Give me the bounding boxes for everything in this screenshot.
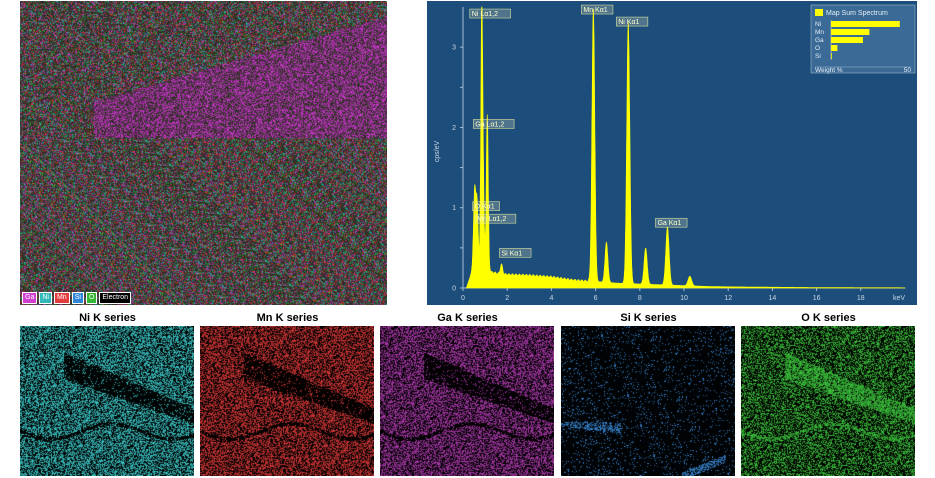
peak-label: Ga Lα1,2 [475,121,504,128]
inset-title: Map Sum Spectrum [826,10,888,17]
legend-chip-si: Si [71,292,84,304]
element-map-image [741,326,915,476]
y-tick-label: 1 [452,205,456,212]
peak-label: Ni Kα1 [618,19,639,26]
peak-label: O Kα1 [475,204,495,211]
element-map-image [20,326,194,476]
legend-chip-ni: Ni [39,292,52,304]
legend-chip-o: O [85,292,98,304]
element-map-si [561,326,735,476]
x-tick-label: 2 [505,295,509,302]
inset-bar [831,45,838,51]
inset-x-label: Weight % [815,67,843,74]
element-map-image [561,326,735,476]
spectrum-chart: 0 2 4 6 8 10 12 14 16 18 keV 0 1 2 3 cps/eV Ni Lα1,2 Mn K… [427,1,917,305]
inset-bar [831,53,832,59]
map-title-ga: Ga K series [437,312,498,324]
y-axis-label: cps/eV [434,140,441,162]
inset-bar-label: Ga [815,37,824,44]
element-map-mn [200,326,374,476]
inset-x-max: 50 [904,67,912,74]
x-axis-label: keV [893,295,905,302]
x-tick-label: 12 [724,295,732,302]
x-tick-label: 10 [680,295,688,302]
peak-label: Mn Kα1 [583,7,607,14]
x-tick-label: 4 [549,295,553,302]
y-tick-label: 3 [452,45,456,52]
x-tick-label: 14 [769,295,777,302]
map-title-ni: Ni K series [79,312,136,324]
legend-chip-electron: Electron [99,292,132,304]
peak-label: Ga Kα1 [657,220,681,227]
y-tick-label: 0 [452,286,456,293]
inset-bar-label: Mn [815,29,824,36]
element-map-image [380,326,554,476]
inset-bar-label: Si [815,53,821,60]
element-map-image [200,326,374,476]
spectrum-svg: 0 2 4 6 8 10 12 14 16 18 keV0123cps/eVNi Lα1,2Mn K… [434,4,916,302]
inset-title-swatch [815,9,823,16]
x-tick-label: 16 [813,295,821,302]
peak-label: Si Kα1 [501,250,522,257]
map-title-mn: Mn K series [256,312,319,324]
inset-bar [831,29,870,35]
peak-label: Ni Lα1,2 [472,11,498,18]
y-tick-label: 2 [452,125,456,132]
x-tick-label: 0 [461,295,465,302]
map-title-si: Si K series [620,312,677,324]
inset-bar-label: Ni [815,21,821,28]
legend-chip-ga: Ga [22,292,38,304]
inset-bar [831,37,863,43]
composite-map-image [20,1,387,305]
inset-bar [831,21,900,27]
peak-label: Mn Lα1,2 [477,216,506,223]
inset-bar-label: O [815,45,820,52]
element-map-ga [380,326,554,476]
legend-chip-mn: Mn [53,292,70,304]
x-tick-label: 6 [594,295,598,302]
composite-map-legend: Ga Ni Mn Si O Electron [22,292,132,304]
x-tick-label: 18 [857,295,865,302]
element-map-o [741,326,915,476]
composite-eds-map [20,1,387,305]
x-tick-label: 8 [638,295,642,302]
element-map-ni [20,326,194,476]
map-title-o: O K series [801,312,856,324]
